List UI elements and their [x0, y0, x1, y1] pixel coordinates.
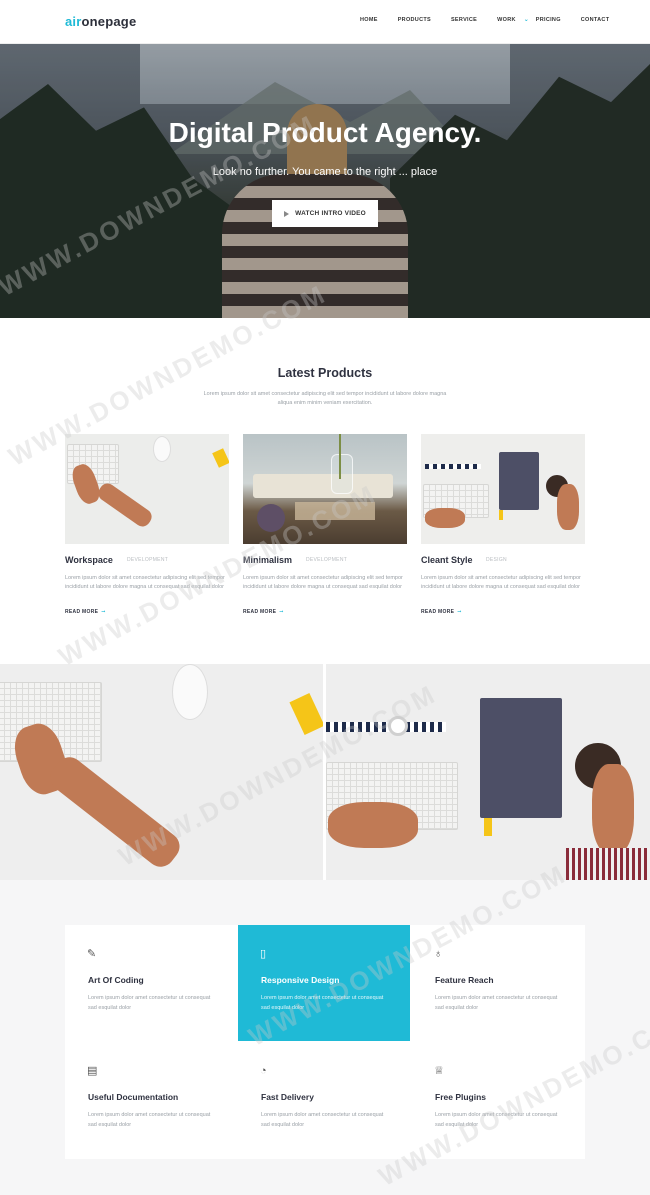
gallery-image-clean-style[interactable]	[326, 664, 650, 880]
product-card[interactable]: Minimalism DEVELOPMENT Lorem ipsum dolor…	[243, 434, 407, 615]
award-icon: ♁	[434, 948, 443, 960]
nav-service[interactable]: SERVICE	[451, 17, 477, 23]
feature-item[interactable]: ♁ Feature Reach Lorem ipsum dolor amet c…	[412, 925, 584, 1041]
hero-subtitle: Look no further. You came to the right .…	[212, 166, 438, 178]
card-text: Lorem ipsum dolor sit amet consectetur a…	[421, 575, 581, 590]
feature-item[interactable]: ▤ Useful Documentation Lorem ipsum dolor…	[65, 1042, 237, 1158]
product-card[interactable]: Workspace DEVELOPMENT Lorem ipsum dolor …	[65, 434, 229, 615]
card-text: Lorem ipsum dolor sit amet consectetur a…	[65, 575, 225, 590]
feature-item[interactable]: ◔ Fast Delivery Lorem ipsum dolor amet c…	[238, 1042, 410, 1158]
feature-item[interactable]: ♕ Free Plugins Lorem ipsum dolor amet co…	[412, 1042, 584, 1158]
speedometer-icon: ◔	[260, 1065, 267, 1077]
feature-item[interactable]: ▯ Responsive Design Lorem ipsum dolor am…	[238, 925, 410, 1041]
book-icon: ▤	[87, 1065, 98, 1077]
read-more-link[interactable]: READ MORE ➞	[421, 609, 462, 615]
logo[interactable]: aironepage	[65, 14, 136, 29]
card-category: DEVELOPMENT	[306, 557, 348, 563]
chevron-down-icon: ⌄	[523, 17, 530, 23]
features-grid: ✎ Art Of Coding Lorem ipsum dolor amet c…	[65, 925, 585, 1159]
product-image-minimalism[interactable]	[243, 434, 407, 544]
product-image-clean-style[interactable]	[421, 434, 585, 544]
nav-contact[interactable]: CONTACT	[581, 17, 610, 23]
watch-video-button[interactable]: WATCH INTRO VIDEO	[272, 200, 378, 227]
gallery-image-workspace[interactable]	[0, 664, 323, 880]
read-more-link[interactable]: READ MORE ➞	[243, 609, 284, 615]
products-title: Latest Products	[277, 366, 373, 380]
site-header: aironepage HOME PRODUCTS SERVICE WORK ⌄ P…	[0, 0, 650, 44]
nav-work[interactable]: WORK	[497, 17, 516, 23]
card-title: Cleant Style	[421, 555, 473, 565]
card-category: DEVELOPMENT	[127, 557, 169, 563]
nav-home[interactable]: HOME	[360, 17, 378, 23]
pen-icon: ✎	[87, 948, 97, 960]
card-title: Workspace	[65, 555, 113, 565]
main-nav: HOME PRODUCTS SERVICE WORK ⌄ PRICING CONT…	[360, 17, 609, 23]
product-card[interactable]: Cleant Style DESIGN Lorem ipsum dolor si…	[421, 434, 585, 615]
card-text: Lorem ipsum dolor sit amet consectetur a…	[243, 575, 403, 590]
tablet-icon: ▯	[260, 948, 267, 960]
nav-products[interactable]: PRODUCTS	[398, 17, 431, 23]
card-title: Minimalism	[243, 555, 293, 565]
nav-pricing[interactable]: ⌄ PRICING	[524, 17, 561, 23]
play-icon	[284, 210, 290, 217]
ribbon-icon: ♕	[434, 1065, 444, 1077]
feature-item[interactable]: ✎ Art Of Coding Lorem ipsum dolor amet c…	[65, 925, 237, 1041]
read-more-link[interactable]: READ MORE ➞	[65, 609, 106, 615]
hero-title: Digital Product Agency.	[168, 117, 482, 148]
hero-section: Digital Product Agency. Look no further.…	[0, 44, 650, 318]
products-description: Lorem ipsum dolor sit amet consectetur a…	[203, 391, 447, 406]
card-category: DESIGN	[486, 557, 507, 563]
product-image-workspace[interactable]	[65, 434, 229, 544]
